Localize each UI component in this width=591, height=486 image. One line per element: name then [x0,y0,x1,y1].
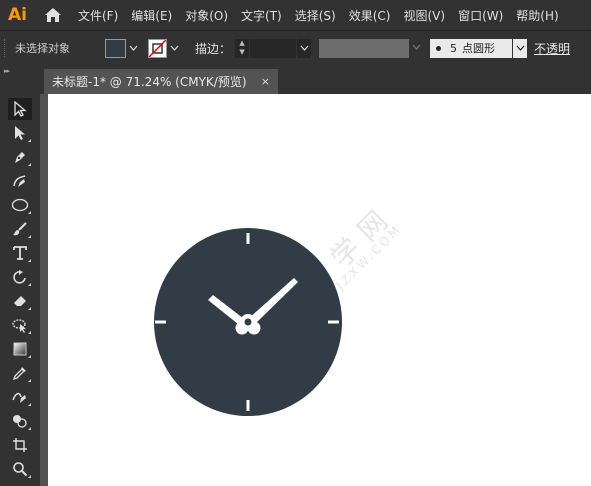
brush-name: 点圆形 [462,42,496,55]
profile-dropdown-icon[interactable] [412,43,422,53]
fill-swatch[interactable] [105,38,126,58]
brush-dropdown-icon[interactable] [513,38,528,58]
type-icon[interactable] [8,242,32,264]
selection-arrow-icon[interactable] [8,98,32,120]
menu-type[interactable]: 文字(T) [241,7,282,24]
stroke-label: 描边： [195,41,232,56]
app-logo: Ai [8,5,27,25]
gradient-icon[interactable] [8,338,32,360]
eraser-icon[interactable] [8,290,32,312]
document-tab-title: 未标题-1* @ 71.24% (CMYK/预览) [52,75,247,89]
variable-width-profile[interactable] [319,38,410,58]
menu-object[interactable]: 对象(O) [185,7,228,24]
artboard-icon[interactable] [8,434,32,456]
document-tab[interactable]: 未标题-1* @ 71.24% (CMYK/预览) × [44,69,278,94]
clock-tick-9 [155,320,166,324]
zoom-icon[interactable] [8,458,32,480]
stroke-dropdown-icon[interactable] [167,40,181,57]
stroke-weight-dropdown-icon[interactable] [297,38,312,58]
control-bar: 未选择对象 描边： ▲ ▼ 5 点圆形 不透明 [0,30,591,65]
eyedropper-icon[interactable] [8,362,32,384]
menu-bar: Ai 文件(F) 编辑(E) 对象(O) 文字(T) 选择(S) 效果(C) 视… [0,0,591,30]
close-icon[interactable]: × [261,75,270,88]
blend-icon[interactable] [8,386,32,408]
clock-tick-12 [246,233,250,244]
stroke-weight-input[interactable] [250,38,297,58]
fill-dropdown-icon[interactable] [126,40,140,57]
stroke-stepper[interactable]: ▲ ▼ [235,38,250,58]
clock-pivot [244,318,252,326]
brush-definition[interactable]: 5 点圆形 [430,38,513,58]
opacity-link[interactable]: 不透明 [534,40,570,57]
menu-list: 文件(F) 编辑(E) 对象(O) 文字(T) 选择(S) 效果(C) 视图(V… [78,7,572,24]
paintbrush-icon[interactable] [8,218,32,240]
menu-file[interactable]: 文件(F) [78,7,118,24]
brush-size: 5 [450,41,458,55]
clock-tick-6 [246,400,250,411]
pen-icon[interactable] [8,146,32,168]
menu-help[interactable]: 帮助(H) [516,7,558,24]
shape-builder-icon[interactable] [8,410,32,432]
menu-select[interactable]: 选择(S) [295,7,336,24]
ellipse-icon[interactable] [8,194,32,216]
menu-window[interactable]: 窗口(W) [458,7,503,24]
document-tab-bar: 未标题-1* @ 71.24% (CMYK/预览) × [0,64,591,94]
stroke-swatch[interactable] [148,38,167,58]
panel-collapse-icon[interactable]: ▸▸ [4,67,10,75]
brush-dot-icon [436,45,442,51]
tools-panel [0,94,40,486]
direct-selection-icon[interactable] [8,122,32,144]
menu-view[interactable]: 视图(V) [403,7,445,24]
menu-effect[interactable]: 效果(C) [349,7,391,24]
lasso-icon[interactable] [8,314,32,336]
home-icon[interactable] [42,4,64,26]
clock-tick-3 [328,320,339,324]
curvature-icon[interactable] [8,170,32,192]
selection-status: 未选择对象 [15,42,70,55]
panel-grip[interactable] [4,39,7,57]
rotate-icon[interactable] [8,266,32,288]
menu-edit[interactable]: 编辑(E) [131,7,172,24]
clock-artwork[interactable] [153,227,343,417]
